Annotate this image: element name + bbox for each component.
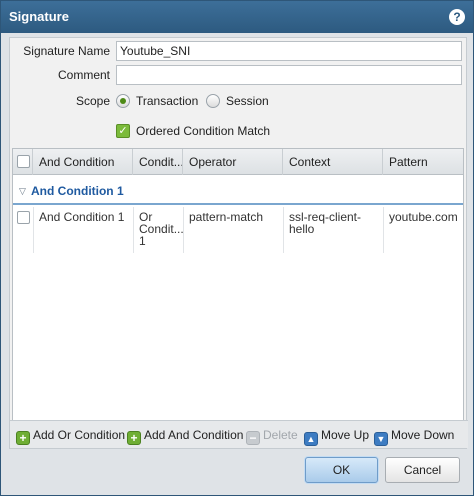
help-icon[interactable]: ? xyxy=(449,9,465,25)
add-icon: + xyxy=(127,431,141,445)
ordered-condition-row: ✓ Ordered Condition Match xyxy=(10,120,468,142)
comment-row: Comment xyxy=(10,64,468,86)
collapse-triangle-icon[interactable]: ▽ xyxy=(19,186,26,197)
move-down-button[interactable]: ▼ Move Down xyxy=(374,427,455,446)
scope-transaction-label[interactable]: Transaction xyxy=(136,93,198,109)
row-divider xyxy=(133,207,134,253)
group-label: And Condition 1 xyxy=(31,184,124,198)
scope-label: Scope xyxy=(75,94,110,108)
column-and-condition[interactable]: And Condition xyxy=(33,149,133,175)
row-divider xyxy=(183,207,184,253)
add-or-condition-button[interactable]: + Add Or Condition xyxy=(16,427,126,445)
delete-label: Delete xyxy=(263,428,298,442)
row-and-condition: And Condition 1 xyxy=(39,210,125,224)
add-or-condition-label: Add Or Condition xyxy=(33,428,126,442)
move-up-icon: ▲ xyxy=(304,432,318,446)
scope-session-label[interactable]: Session xyxy=(226,93,269,109)
row-operator: pattern-match xyxy=(189,210,264,224)
row-or-condition-line3: 1 xyxy=(139,234,146,248)
row-pattern: youtube.com xyxy=(389,210,458,224)
delete-button[interactable]: − Delete xyxy=(246,427,298,445)
move-down-label: Move Down xyxy=(391,428,455,442)
comment-field[interactable] xyxy=(116,65,462,85)
row-divider xyxy=(283,207,284,253)
comment-label: Comment xyxy=(57,68,110,82)
table-row[interactable]: And Condition 1 Or Condit... 1 pattern-m… xyxy=(13,207,463,253)
add-and-condition-label: Add And Condition xyxy=(144,428,244,442)
and-condition-group[interactable]: ▽ And Condition 1 xyxy=(13,177,463,205)
grid-header: And Condition Condit... Operator Context… xyxy=(13,149,463,175)
add-and-condition-button[interactable]: + Add And Condition xyxy=(127,427,244,445)
row-context: ssl-req-client-hello xyxy=(289,210,362,236)
ok-button[interactable]: OK xyxy=(305,457,378,483)
dialog-body: Signature Name Youtube_SNI Comment Scope… xyxy=(9,37,468,449)
signature-name-row: Signature Name Youtube_SNI xyxy=(10,40,468,62)
column-or-condition[interactable]: Condit... xyxy=(133,149,183,175)
move-up-label: Move Up xyxy=(321,428,370,442)
add-icon: + xyxy=(16,431,30,445)
row-divider xyxy=(383,207,384,253)
signature-name-field[interactable]: Youtube_SNI xyxy=(116,41,462,61)
select-all-checkbox[interactable] xyxy=(17,155,30,168)
ordered-condition-checkbox[interactable]: ✓ xyxy=(116,124,130,138)
move-up-button[interactable]: ▲ Move Up xyxy=(304,427,370,446)
dialog-titlebar: Signature ? xyxy=(1,1,473,33)
signature-dialog: Signature ? Signature Name Youtube_SNI C… xyxy=(0,0,474,496)
scope-row: Scope Transaction Session xyxy=(10,90,468,112)
ordered-condition-label[interactable]: Ordered Condition Match xyxy=(136,123,270,139)
grid-toolbar: + Add Or Condition + Add And Condition − De… xyxy=(10,420,468,448)
column-operator[interactable]: Operator xyxy=(183,149,283,175)
conditions-grid: And Condition Condit... Operator Context… xyxy=(12,148,464,446)
scope-session-radio[interactable] xyxy=(206,94,220,108)
row-divider xyxy=(33,207,34,253)
row-or-condition: Or Condit... 1 xyxy=(133,211,184,248)
row-checkbox[interactable] xyxy=(17,211,30,224)
signature-name-label: Signature Name xyxy=(23,44,110,58)
dialog-title: Signature xyxy=(9,9,69,24)
delete-icon: − xyxy=(246,431,260,445)
cancel-button[interactable]: Cancel xyxy=(385,457,460,483)
column-context[interactable]: Context xyxy=(283,149,383,175)
scope-transaction-radio[interactable] xyxy=(116,94,130,108)
header-select-all[interactable] xyxy=(13,149,33,175)
column-pattern[interactable]: Pattern xyxy=(383,149,463,175)
move-down-icon: ▼ xyxy=(374,432,388,446)
